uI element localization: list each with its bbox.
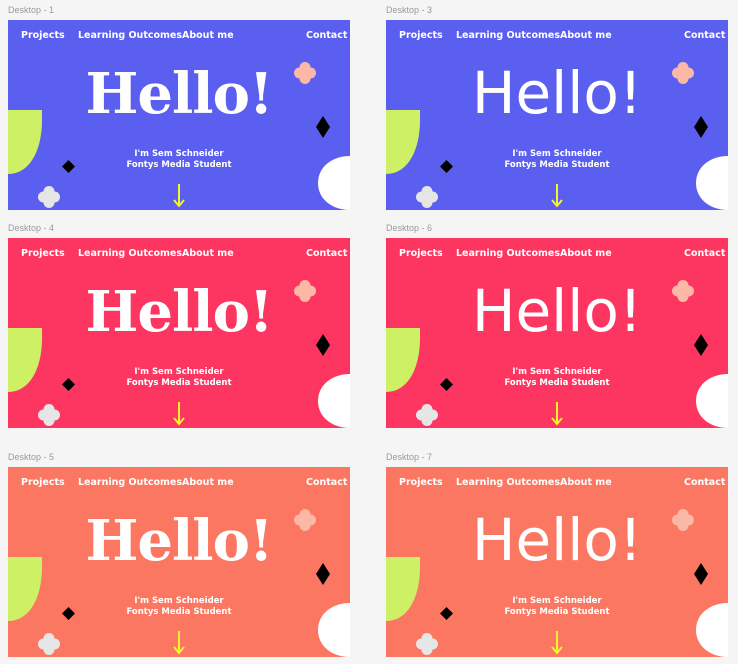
flower-icon [294, 62, 316, 84]
hero-subtitle-role: Fontys Media Student [126, 160, 232, 170]
leaf-shape-icon [386, 328, 420, 392]
arrow-down-icon[interactable] [551, 631, 563, 655]
desktop-frame[interactable]: Projects Learning Outcomes About me Cont… [8, 20, 350, 210]
frame-label[interactable]: Desktop - 5 [8, 451, 54, 463]
nav-learning-outcomes[interactable]: Learning Outcomes [456, 477, 560, 489]
nav-contact[interactable]: Contact [684, 30, 725, 42]
hero-subtitle-name: I'm Sem Schneider [512, 367, 602, 377]
diamond-icon [694, 116, 708, 138]
desktop-frame[interactable]: Projects Learning Outcomes About me Cont… [386, 20, 728, 210]
leaf-shape-icon [8, 557, 42, 621]
frame-label[interactable]: Desktop - 4 [8, 222, 54, 234]
flower-icon [672, 280, 694, 302]
hero-subtitle-name: I'm Sem Schneider [512, 596, 602, 606]
leaf-shape-icon [386, 110, 420, 174]
flower-icon [672, 509, 694, 531]
desktop-frame[interactable]: Projects Learning Outcomes About me Cont… [386, 467, 728, 657]
hero-subtitle-name: I'm Sem Schneider [134, 596, 224, 606]
flower-icon [294, 280, 316, 302]
flower-icon [294, 509, 316, 531]
hero-subtitle-name: I'm Sem Schneider [134, 367, 224, 377]
diamond-icon [440, 607, 453, 620]
nav-contact[interactable]: Contact [306, 477, 347, 489]
half-circle-icon [318, 156, 350, 210]
hero-subtitle-name: I'm Sem Schneider [512, 149, 602, 159]
nav-contact[interactable]: Contact [684, 477, 725, 489]
flower-icon [38, 633, 60, 655]
nav-about-me[interactable]: About me [560, 477, 612, 489]
nav-about-me[interactable]: About me [560, 30, 612, 42]
nav-contact[interactable]: Contact [684, 248, 725, 260]
hero-subtitle-name: I'm Sem Schneider [134, 149, 224, 159]
diamond-icon [694, 563, 708, 585]
nav-projects[interactable]: Projects [399, 477, 443, 489]
nav-learning-outcomes[interactable]: Learning Outcomes [78, 248, 182, 260]
frame-label[interactable]: Desktop - 7 [386, 451, 432, 463]
hero-subtitle-role: Fontys Media Student [504, 607, 610, 617]
half-circle-icon [696, 156, 728, 210]
desktop-frame[interactable]: Projects Learning Outcomes About me Cont… [386, 238, 728, 428]
leaf-shape-icon [8, 328, 42, 392]
nav-about-me[interactable]: About me [182, 248, 234, 260]
nav-projects[interactable]: Projects [21, 477, 65, 489]
flower-icon [416, 633, 438, 655]
arrow-down-icon[interactable] [551, 184, 563, 208]
leaf-shape-icon [8, 110, 42, 174]
frame-label[interactable]: Desktop - 1 [8, 4, 54, 16]
nav-projects[interactable]: Projects [399, 30, 443, 42]
flower-icon [38, 186, 60, 208]
frame-label[interactable]: Desktop - 3 [386, 4, 432, 16]
nav-learning-outcomes[interactable]: Learning Outcomes [456, 248, 560, 260]
hero-subtitle-role: Fontys Media Student [126, 607, 232, 617]
flower-icon [416, 404, 438, 426]
diamond-icon [62, 378, 75, 391]
diamond-icon [62, 607, 75, 620]
flower-icon [416, 186, 438, 208]
diamond-icon [694, 334, 708, 356]
nav-about-me[interactable]: About me [182, 477, 234, 489]
arrow-down-icon[interactable] [173, 631, 185, 655]
nav-contact[interactable]: Contact [306, 30, 347, 42]
leaf-shape-icon [386, 557, 420, 621]
half-circle-icon [318, 603, 350, 657]
flower-icon [672, 62, 694, 84]
nav-projects[interactable]: Projects [21, 30, 65, 42]
nav-about-me[interactable]: About me [560, 248, 612, 260]
hero-subtitle-role: Fontys Media Student [504, 378, 610, 388]
desktop-frame[interactable]: Projects Learning Outcomes About me Cont… [8, 467, 350, 657]
nav-learning-outcomes[interactable]: Learning Outcomes [78, 30, 182, 42]
half-circle-icon [696, 603, 728, 657]
nav-projects[interactable]: Projects [399, 248, 443, 260]
frame-label[interactable]: Desktop - 6 [386, 222, 432, 234]
diamond-icon [316, 563, 330, 585]
flower-icon [38, 404, 60, 426]
hero-subtitle-role: Fontys Media Student [504, 160, 610, 170]
arrow-down-icon[interactable] [173, 184, 185, 208]
arrow-down-icon[interactable] [173, 402, 185, 426]
nav-about-me[interactable]: About me [182, 30, 234, 42]
diamond-icon [62, 160, 75, 173]
half-circle-icon [318, 374, 350, 428]
hero-subtitle-role: Fontys Media Student [126, 378, 232, 388]
nav-learning-outcomes[interactable]: Learning Outcomes [456, 30, 560, 42]
half-circle-icon [696, 374, 728, 428]
nav-learning-outcomes[interactable]: Learning Outcomes [78, 477, 182, 489]
diamond-icon [316, 334, 330, 356]
diamond-icon [440, 160, 453, 173]
diamond-icon [316, 116, 330, 138]
nav-contact[interactable]: Contact [306, 248, 347, 260]
diamond-icon [440, 378, 453, 391]
arrow-down-icon[interactable] [551, 402, 563, 426]
desktop-frame[interactable]: Projects Learning Outcomes About me Cont… [8, 238, 350, 428]
nav-projects[interactable]: Projects [21, 248, 65, 260]
